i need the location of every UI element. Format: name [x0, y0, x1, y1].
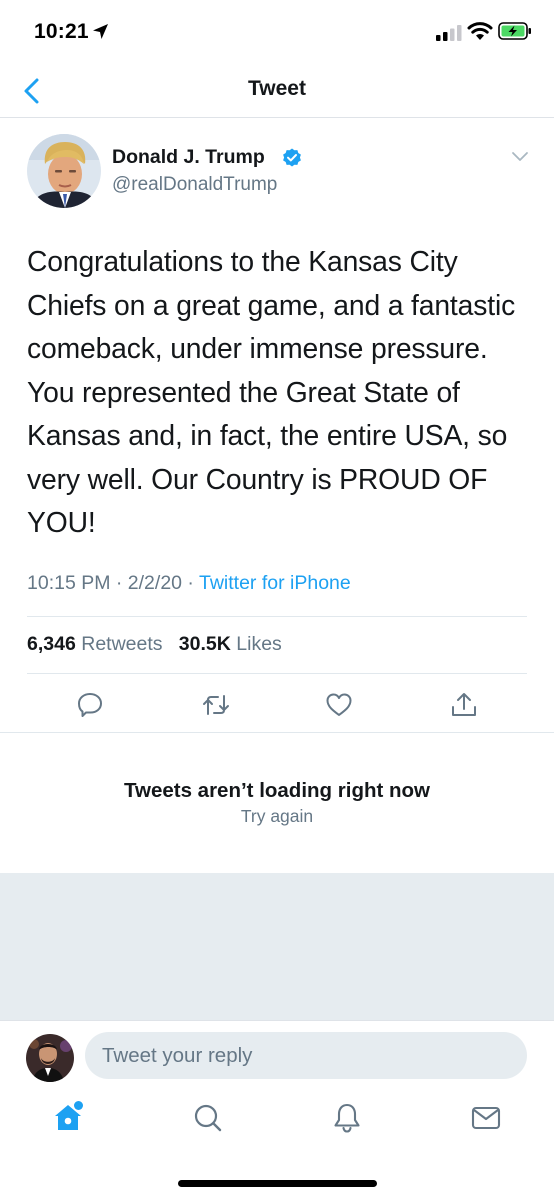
messages-icon[interactable]: [469, 1101, 503, 1135]
try-again-button[interactable]: Try again: [0, 806, 554, 827]
home-indicator: [178, 1180, 377, 1187]
tweet-meta: 10:15 PM · 2/2/20 · Twitter for iPhone: [27, 572, 351, 595]
location-arrow-icon: [93, 24, 108, 39]
section-divider: [0, 732, 554, 733]
home-notification-dot: [74, 1101, 83, 1110]
notifications-icon[interactable]: [330, 1101, 364, 1135]
battery-charging-icon: [498, 22, 531, 40]
like-icon[interactable]: [324, 690, 354, 720]
user-avatar[interactable]: [26, 1034, 74, 1082]
chevron-down-icon[interactable]: [510, 150, 530, 164]
tweet-text: Congratulations to the Kansas City Chief…: [27, 245, 516, 538]
reply-bar: Tweet your reply: [0, 1020, 554, 1090]
author-handle[interactable]: @realDonaldTrump: [112, 174, 277, 196]
search-icon[interactable]: [191, 1101, 225, 1135]
page-title: Tweet: [248, 77, 306, 100]
retweets-label: Retweets: [81, 633, 163, 655]
status-bar: 10:21: [0, 0, 554, 66]
reply-input[interactable]: Tweet your reply: [85, 1032, 527, 1079]
tweet-timestamp: 10:15 PM · 2/2/20 ·: [27, 572, 199, 594]
divider: [27, 616, 527, 617]
empty-area: [0, 873, 554, 1020]
retweet-icon[interactable]: [201, 690, 231, 720]
retweets-count: 6,346: [27, 633, 76, 655]
author-avatar[interactable]: [27, 134, 101, 208]
replies-error-title: Tweets aren’t loading right now: [124, 779, 430, 802]
tweet-stats: 6,346 Retweets 30.5K Likes: [27, 633, 282, 656]
likes-count: 30.5K: [178, 633, 231, 655]
reply-icon[interactable]: [75, 690, 105, 720]
nav-bar: Tweet: [0, 66, 554, 118]
status-time: 10:21: [34, 20, 89, 43]
share-icon[interactable]: [449, 690, 479, 720]
retweets-stat[interactable]: 6,346 Retweets: [27, 633, 163, 655]
divider: [27, 673, 527, 674]
signal-icon: [436, 25, 462, 41]
verified-badge-icon: [283, 148, 301, 167]
tweet-actions: [0, 686, 554, 726]
wifi-icon: [467, 22, 493, 40]
likes-stat[interactable]: 30.5K Likes: [179, 633, 282, 655]
author-name[interactable]: Donald J. Trump: [112, 146, 265, 169]
likes-label: Likes: [236, 633, 282, 655]
tweet-source-link[interactable]: Twitter for iPhone: [199, 572, 351, 594]
